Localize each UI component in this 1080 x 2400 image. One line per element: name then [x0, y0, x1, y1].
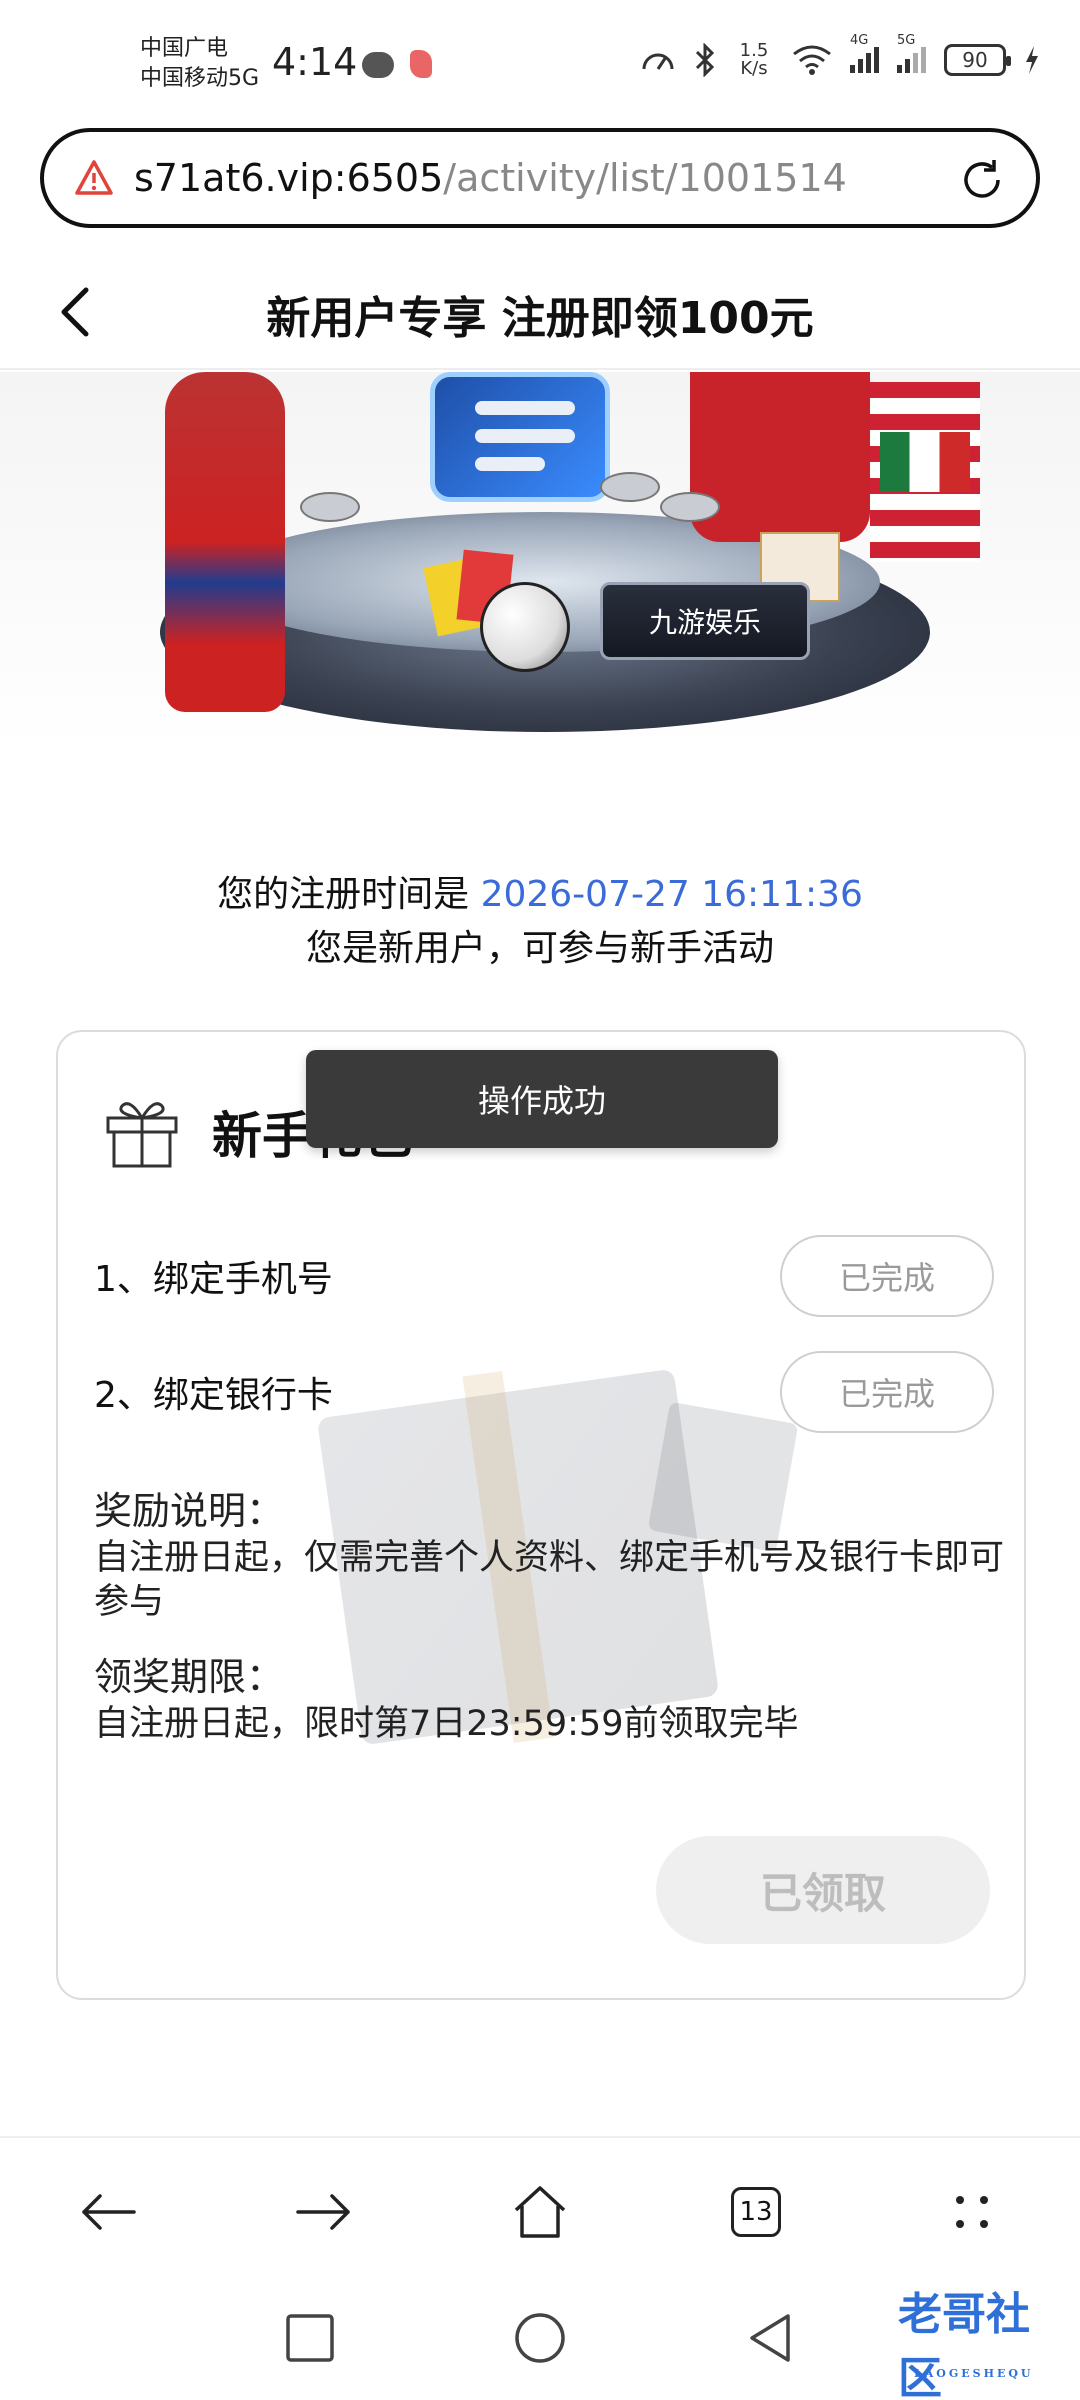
- registration-time: 2026-07-27 16:11:36: [480, 874, 863, 915]
- reward-description-title: 奖励说明：: [94, 1489, 285, 1533]
- arrow-right-icon[interactable]: [294, 2190, 354, 2234]
- newbie-gift-card: 新手礼包 1、绑定手机号 已完成 2、绑定银行卡 已完成 奖励说明： 自注册日起…: [56, 1030, 1026, 2000]
- flag-mexico: [880, 432, 970, 492]
- banner-player-left: [165, 372, 285, 712]
- watermark-text: 老哥社区: [898, 2289, 1030, 2400]
- carrier-line-1: 中国广电: [140, 36, 229, 61]
- url-path[interactable]: /activity/list/1001514: [443, 156, 847, 200]
- page-header: 新用户专享 注册即领100元: [0, 250, 1080, 370]
- wifi-icon: [793, 45, 831, 75]
- nav-home-button[interactable]: [508, 2180, 572, 2244]
- app-notification-icon: [410, 50, 432, 78]
- claim-period-text: 自注册日起，限时第7日23:59:59前领取完毕: [94, 1704, 799, 1744]
- sim2-label: 5G: [897, 33, 916, 48]
- reward-description: 奖励说明： 自注册日起，仅需完善个人资料、绑定手机号及银行卡即可参与: [94, 1486, 1004, 1624]
- bluetooth-icon: [695, 43, 715, 77]
- brand-logo: 九游娱乐: [600, 582, 810, 660]
- signal-sim1-icon: 4G: [850, 33, 879, 73]
- signal-sim2-icon: 5G: [897, 33, 926, 73]
- battery-icon: 90: [944, 44, 1011, 76]
- speedometer-icon: [642, 53, 674, 70]
- task-status-button[interactable]: 已完成: [780, 1235, 994, 1317]
- url-host[interactable]: s71at6.vip:6505: [134, 156, 443, 200]
- nav-tabs-button[interactable]: 13: [724, 2180, 788, 2244]
- coin-stack: [660, 492, 720, 522]
- task-row: 2、绑定银行卡 已完成: [94, 1350, 994, 1434]
- nav-menu-button[interactable]: [940, 2180, 1004, 2244]
- charging-icon: [1026, 46, 1038, 74]
- soccer-ball-icon: [480, 582, 570, 672]
- banner-player-right: [690, 372, 870, 542]
- toast-message: 操作成功: [306, 1050, 778, 1148]
- home-circle-icon[interactable]: [512, 2310, 568, 2366]
- arrow-left-icon[interactable]: [78, 2190, 138, 2234]
- back-triangle-icon[interactable]: [742, 2310, 798, 2366]
- gift-icon: [106, 1102, 178, 1168]
- sim1-label: 4G: [850, 33, 869, 48]
- task-label-bind-phone: 1、绑定手机号: [94, 1259, 333, 1300]
- watermark-subtext: LAOGESHEQU: [914, 2367, 1034, 2380]
- nav-back-button[interactable]: [76, 2180, 140, 2244]
- task-row: 1、绑定手机号 已完成: [94, 1234, 994, 1318]
- new-user-note: 您是新用户，可参与新手活动: [305, 928, 774, 969]
- system-nav-bar: 老哥社区 LAOGESHEQU: [0, 2280, 1080, 2400]
- network-speed: 1.5 K/s: [734, 42, 774, 78]
- registration-time-line: 您的注册时间是 2026-07-27 16:11:36: [0, 868, 1080, 922]
- recents-square-icon[interactable]: [282, 2310, 338, 2366]
- status-bar: 中国广电 中国移动5G 4:14 1.5 K/s 4G 5G 90: [0, 0, 1080, 120]
- claim-period: 领奖期限： 自注册日起，限时第7日23:59:59前领取完毕: [94, 1652, 1004, 1746]
- task-status-button[interactable]: 已完成: [780, 1351, 994, 1433]
- coin-stack: [600, 472, 660, 502]
- claim-period-title: 领奖期限：: [94, 1655, 285, 1699]
- system-icons: 1.5 K/s 4G 5G 90: [640, 33, 1040, 78]
- reload-icon[interactable]: [958, 156, 1006, 204]
- warning-icon[interactable]: [74, 158, 114, 198]
- network-speed-unit: K/s: [740, 58, 768, 79]
- promo-banner: 九游娱乐: [0, 372, 1080, 752]
- registration-time-prefix: 您的注册时间是: [217, 874, 470, 915]
- status-time: 4:14: [272, 40, 358, 84]
- coin-stack: [300, 492, 360, 522]
- home-icon[interactable]: [510, 2184, 570, 2240]
- browser-bottom-nav: 13: [0, 2136, 1080, 2280]
- message-notification-icon: [362, 52, 394, 78]
- task-label-bind-bank-card: 2、绑定银行卡: [94, 1375, 333, 1416]
- carrier-info: 中国广电 中国移动5G: [140, 34, 259, 94]
- banner-form-screen: [430, 372, 610, 502]
- page-title: 新用户专享 注册即领100元: [266, 293, 814, 344]
- reward-description-text: 自注册日起，仅需完善个人资料、绑定手机号及银行卡即可参与: [94, 1538, 1005, 1622]
- nav-forward-button[interactable]: [292, 2180, 356, 2244]
- watermark-logo: 老哥社区 LAOGESHEQU: [838, 2289, 1058, 2400]
- registration-info: 您的注册时间是 2026-07-27 16:11:36 您是新用户，可参与新手活…: [0, 868, 1080, 976]
- carrier-line-2: 中国移动5G: [140, 66, 260, 91]
- claimed-button[interactable]: 已领取: [656, 1836, 990, 1944]
- tabs-count[interactable]: 13: [731, 2187, 781, 2237]
- menu-dots-icon[interactable]: [950, 2190, 994, 2234]
- address-bar[interactable]: s71at6.vip:6505/activity/list/1001514: [40, 128, 1040, 228]
